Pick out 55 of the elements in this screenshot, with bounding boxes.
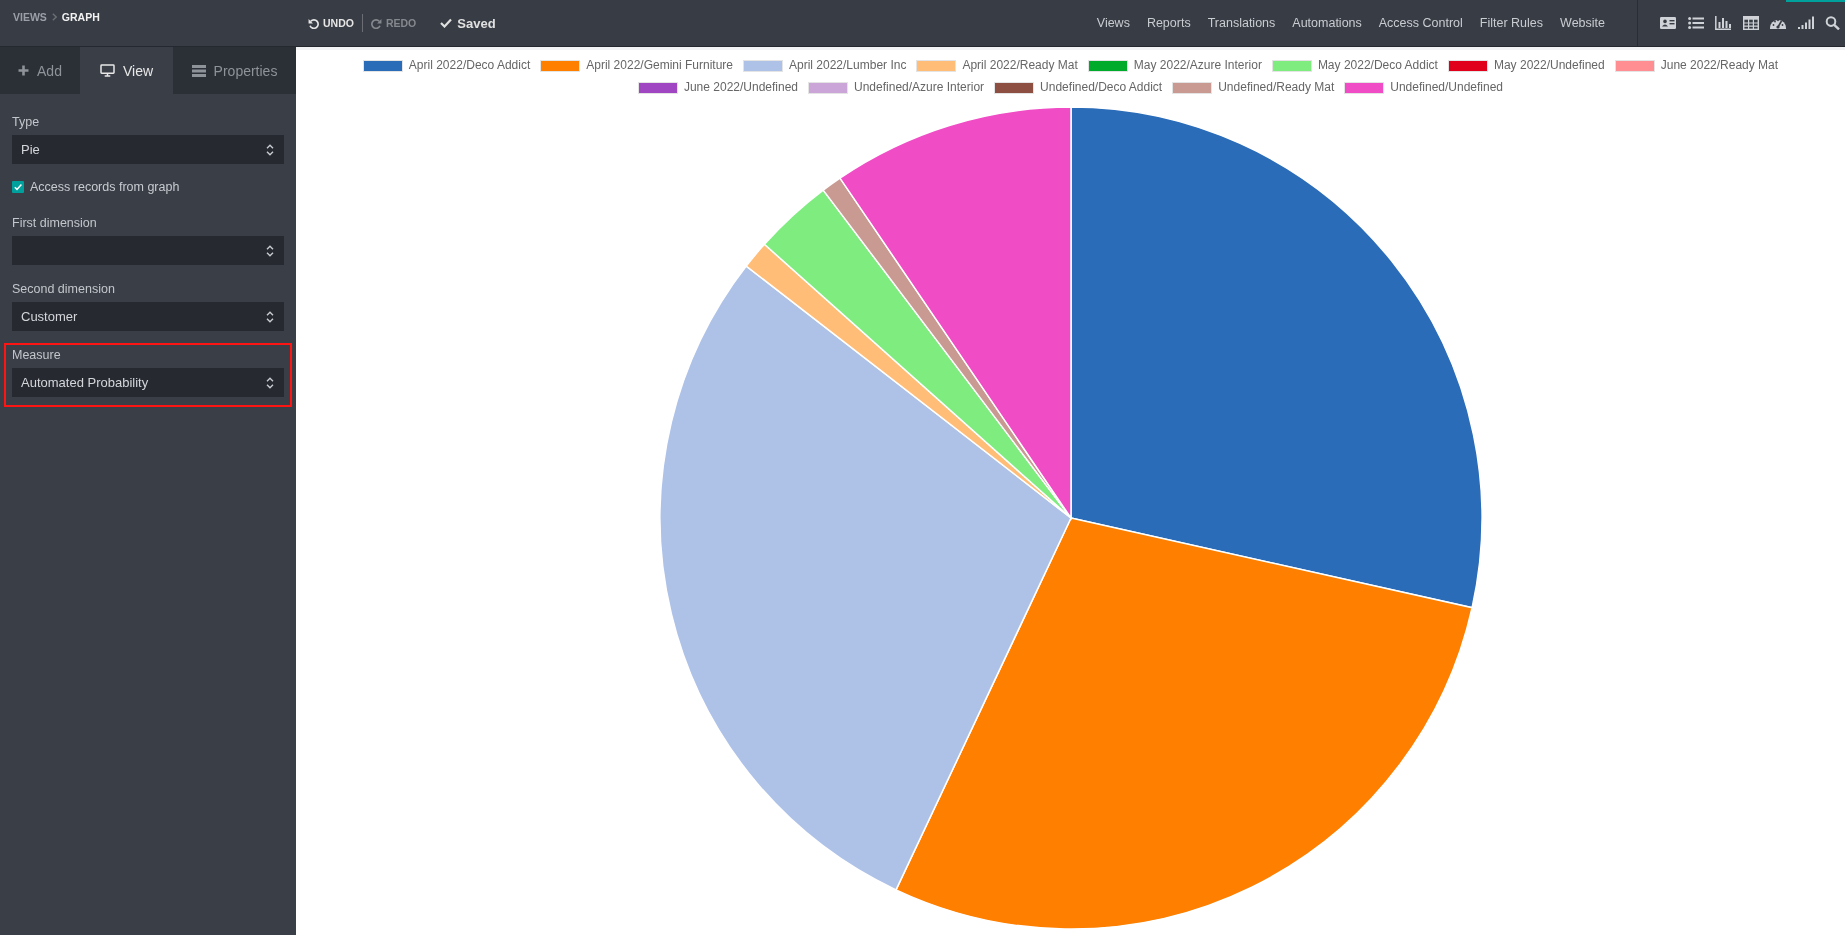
redo-icon	[370, 17, 382, 29]
select-field[interactable]: Automated Probability	[12, 368, 284, 397]
updown-chevron-icon	[266, 376, 274, 389]
checkbox[interactable]	[12, 181, 24, 193]
legend-label: May 2022/Undefined	[1493, 58, 1605, 73]
menu-link[interactable]: Website	[1560, 16, 1605, 30]
search-icon[interactable]	[1825, 16, 1841, 30]
sidebar-tab[interactable]: Add	[0, 47, 80, 94]
sidebar-tab[interactable]: View	[80, 47, 173, 94]
legend-label: Undefined/Undefined	[1390, 80, 1504, 95]
menu-link[interactable]: Views	[1096, 16, 1130, 30]
select-field[interactable]: Pie	[12, 135, 284, 164]
checkbox-label: Access records from graph	[30, 180, 180, 194]
field-label: Type	[12, 114, 41, 130]
undo-icon	[308, 17, 319, 29]
field-label: First dimension	[12, 215, 98, 231]
id-card-icon[interactable]	[1660, 16, 1676, 30]
select-field[interactable]: Customer	[12, 302, 284, 331]
updown-chevron-icon	[266, 244, 274, 257]
breadcrumb-current: GRAPH	[61, 11, 100, 23]
field-label: Second dimension	[12, 281, 116, 297]
field-label: Measure	[12, 347, 62, 363]
legend-label: May 2022/Deco Addict	[1317, 58, 1438, 73]
updown-chevron-icon	[266, 143, 274, 156]
breadcrumb-link[interactable]: VIEWS	[13, 11, 47, 23]
updown-chevron-icon	[266, 310, 274, 323]
accent-bar	[1786, 0, 1845, 2]
menu-link[interactable]: Translations	[1207, 16, 1276, 30]
bar-chart-icon[interactable]	[1715, 16, 1731, 30]
legend-label: May 2022/Azure Interior	[1133, 58, 1262, 73]
monitor-icon	[99, 64, 115, 77]
menu-link[interactable]: Automations	[1292, 16, 1362, 30]
check-icon	[440, 18, 453, 28]
plus-icon	[18, 65, 30, 76]
legend-label: June 2022/Undefined	[683, 80, 799, 95]
legend-label: April 2022/Ready Mat	[962, 58, 1078, 73]
sidebar-tab[interactable]: Properties	[173, 47, 296, 94]
select-field[interactable]	[12, 236, 284, 265]
menu-link[interactable]: Access Control	[1378, 16, 1463, 30]
save-status: Saved	[457, 15, 496, 31]
table-icon[interactable]	[1742, 16, 1759, 30]
chevron-icon	[51, 13, 57, 21]
legend-label: April 2022/Deco Addict	[408, 58, 531, 73]
menu-link[interactable]: Reports	[1146, 16, 1191, 30]
legend-label: April 2022/Gemini Furniture	[586, 58, 733, 73]
stack-icon	[191, 64, 206, 77]
legend-label: Undefined/Azure Interior	[854, 80, 985, 95]
legend-label: June 2022/Ready Mat	[1660, 58, 1779, 73]
legend-label: Undefined/Deco Addict	[1040, 80, 1163, 95]
ascending-bars-icon[interactable]	[1797, 16, 1814, 30]
undo-button[interactable]: UNDO	[300, 17, 362, 29]
menu-link[interactable]: Filter Rules	[1479, 16, 1544, 30]
legend-label: Undefined/Ready Mat	[1218, 80, 1335, 95]
list-icon[interactable]	[1687, 16, 1704, 30]
legend-label: April 2022/Lumber Inc	[789, 58, 907, 73]
